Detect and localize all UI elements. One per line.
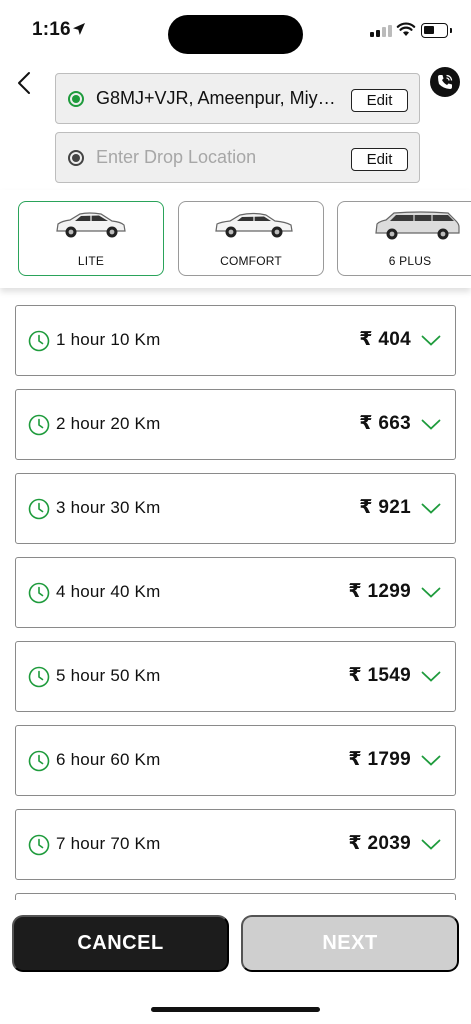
package-label: 6 hour 60 Km: [56, 750, 161, 769]
edit-pickup-button[interactable]: Edit: [351, 89, 408, 112]
vehicle-card-6-plus[interactable]: 6 PLUS: [337, 201, 471, 276]
dynamic-island: [168, 15, 303, 54]
package-price: ₹ 1299: [348, 581, 411, 602]
drop-location-field[interactable]: Enter Drop Location Edit: [55, 132, 420, 183]
package-row-6[interactable]: 6 hour 60 Km ₹ 1799: [15, 725, 456, 796]
vehicle-name: 6 PLUS: [388, 254, 432, 268]
package-row-4[interactable]: 4 hour 40 Km ₹ 1299: [15, 557, 456, 628]
call-button[interactable]: [430, 67, 460, 97]
back-button[interactable]: [12, 68, 36, 98]
package-label: 5 hour 50 Km: [56, 666, 161, 685]
drop-radio-dot-icon: [68, 149, 84, 166]
vehicle-name: LITE: [77, 254, 105, 268]
package-price: ₹ 2039: [348, 833, 411, 854]
chevron-down-icon[interactable]: [421, 587, 441, 599]
edit-drop-button[interactable]: Edit: [351, 148, 408, 171]
car-icon: [215, 212, 293, 238]
status-time: 1:16: [32, 19, 71, 40]
package-price: ₹ 921: [359, 497, 411, 518]
package-label: 2 hour 20 Km: [56, 414, 161, 433]
vehicle-selector: LITE COMFORT 6 PLUS: [0, 190, 471, 288]
package-label: 3 hour 30 Km: [56, 498, 161, 517]
wifi-icon: [396, 22, 416, 36]
vehicle-name: COMFORT: [220, 254, 282, 268]
status-bar: 1:16: [0, 0, 471, 60]
vehicle-card-comfort[interactable]: COMFORT: [178, 201, 324, 276]
car-icon: [56, 212, 126, 238]
vehicle-card-lite[interactable]: LITE: [18, 201, 164, 276]
location-arrow-icon: [73, 23, 85, 35]
pickup-location-field[interactable]: G8MJ+VJR, Ameenpur, Miya... Edit: [55, 73, 420, 124]
package-price: ₹ 404: [359, 329, 411, 350]
package-row-5[interactable]: 5 hour 50 Km ₹ 1549: [15, 641, 456, 712]
clock-icon: [28, 582, 50, 604]
package-row-3[interactable]: 3 hour 30 Km ₹ 921: [15, 473, 456, 544]
next-button[interactable]: NEXT: [241, 915, 459, 972]
back-chevron-icon: [18, 72, 30, 94]
phone-call-icon: [438, 74, 453, 89]
chevron-down-icon[interactable]: [421, 755, 441, 767]
clock-icon: [28, 330, 50, 352]
home-indicator: [151, 1007, 320, 1012]
package-label: 1 hour 10 Km: [56, 330, 161, 349]
clock-icon: [28, 498, 50, 520]
package-price: ₹ 663: [359, 413, 411, 434]
package-label: 4 hour 40 Km: [56, 582, 161, 601]
package-row-1[interactable]: 1 hour 10 Km ₹ 404: [15, 305, 456, 376]
chevron-down-icon[interactable]: [421, 671, 441, 683]
clock-icon: [28, 834, 50, 856]
clock-icon: [28, 414, 50, 436]
cellular-signal-icon: [370, 25, 392, 37]
chevron-down-icon[interactable]: [421, 419, 441, 431]
battery-icon: [421, 23, 452, 38]
chevron-down-icon[interactable]: [421, 335, 441, 347]
clock-icon: [28, 666, 50, 688]
cancel-button[interactable]: CANCEL: [12, 915, 229, 972]
package-price: ₹ 1549: [348, 665, 411, 686]
package-price: ₹ 1799: [348, 749, 411, 770]
pickup-location-text: G8MJ+VJR, Ameenpur, Miya...: [96, 88, 340, 108]
car-icon: [375, 211, 460, 240]
pickup-radio-dot-icon: [68, 90, 84, 107]
package-row-2[interactable]: 2 hour 20 Km ₹ 663: [15, 389, 456, 460]
clock-icon: [28, 750, 50, 772]
chevron-down-icon[interactable]: [421, 503, 441, 515]
chevron-down-icon[interactable]: [421, 839, 441, 851]
drop-location-placeholder: Enter Drop Location: [96, 147, 257, 167]
package-label: 7 hour 70 Km: [56, 834, 161, 853]
package-row-7[interactable]: 7 hour 70 Km ₹ 2039: [15, 809, 456, 880]
bottom-action-bar: CANCEL NEXT: [0, 900, 471, 1024]
